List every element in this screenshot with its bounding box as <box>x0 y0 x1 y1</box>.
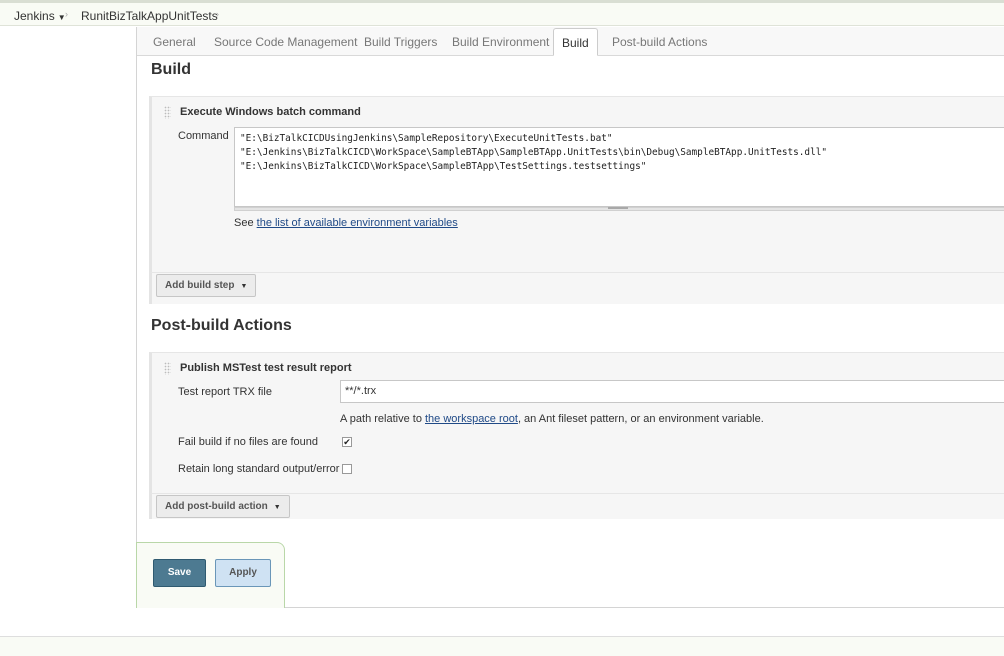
tab-build[interactable]: Build <box>553 28 598 56</box>
trx-label: Test report TRX file <box>178 386 272 398</box>
tab-general[interactable]: General <box>153 35 196 49</box>
breadcrumb-bar: Jenkins ▼ › RunitBizTalkAppUnitTests › <box>0 0 1004 26</box>
caret-down-icon: ▼ <box>240 283 248 290</box>
chevron-right-icon: › <box>65 9 68 19</box>
help-prefix: A path relative to <box>340 413 425 425</box>
breadcrumb-jenkins-label: Jenkins <box>14 9 55 23</box>
chevron-right-icon: › <box>216 9 219 19</box>
drag-handle-icon[interactable] <box>164 106 171 119</box>
add-post-build-label: Add post-build action <box>165 501 268 512</box>
command-textarea[interactable]: "E:\BizTalkCICDUsingJenkins\SampleReposi… <box>234 127 1004 207</box>
breadcrumb-job[interactable]: RunitBizTalkAppUnitTests <box>81 9 218 23</box>
form-actions-bar: Save Apply <box>136 542 285 608</box>
post-build-section-title: Post-build Actions <box>151 317 292 334</box>
command-line: "E:\Jenkins\BizTalkCICD\WorkSpace\Sample… <box>240 147 827 158</box>
execute-batch-step: Execute Windows batch command Command "E… <box>149 96 1004 272</box>
command-line: "E:\Jenkins\BizTalkCICD\WorkSpace\Sample… <box>240 161 647 172</box>
command-label: Command <box>178 130 229 142</box>
config-tabbar: General Source Code Management Build Tri… <box>137 27 1004 56</box>
tab-build-triggers[interactable]: Build Triggers <box>364 35 437 49</box>
page-footer <box>0 636 1004 656</box>
tab-source-code-management[interactable]: Source Code Management <box>214 35 357 49</box>
build-section-title: Build <box>151 61 191 78</box>
retain-output-label: Retain long standard output/error <box>178 463 340 475</box>
add-build-step-button[interactable]: Add build step ▼ <box>156 274 257 297</box>
add-build-step-label: Add build step <box>165 280 235 291</box>
save-button[interactable]: Save <box>153 559 206 587</box>
drag-handle-icon[interactable] <box>164 362 171 375</box>
trx-help: A path relative to the workspace root, a… <box>340 413 764 425</box>
resize-grip-icon[interactable] <box>608 207 628 209</box>
step-title: Execute Windows batch command <box>180 106 361 118</box>
post-build-footer: Add post-build action ▼ <box>149 493 1004 519</box>
apply-button[interactable]: Apply <box>215 559 271 587</box>
tab-build-environment[interactable]: Build Environment <box>452 35 549 49</box>
command-line: "E:\BizTalkCICDUsingJenkins\SampleReposi… <box>240 133 613 144</box>
workspace-root-link[interactable]: the workspace root <box>425 413 518 425</box>
tab-post-build-actions[interactable]: Post-build Actions <box>612 35 707 49</box>
caret-down-icon: ▼ <box>273 504 281 511</box>
fail-build-checkbox[interactable]: ✔ <box>342 437 352 447</box>
fail-build-label: Fail build if no files are found <box>178 436 319 448</box>
top-divider <box>0 0 1004 3</box>
retain-output-checkbox[interactable] <box>342 464 352 474</box>
build-step-footer: Add build step ▼ <box>149 272 1004 304</box>
breadcrumb-jenkins[interactable]: Jenkins ▼ <box>14 9 66 23</box>
help-suffix: , an Ant fileset pattern, or an environm… <box>517 413 764 425</box>
mstest-step: Publish MSTest test result report Test r… <box>149 352 1004 493</box>
checkmark-icon: ✔ <box>343 437 351 447</box>
add-post-build-action-button[interactable]: Add post-build action ▼ <box>156 495 290 518</box>
env-vars-link[interactable]: the list of available environment variab… <box>257 217 458 229</box>
step-title: Publish MSTest test result report <box>180 362 352 374</box>
trx-file-input[interactable]: **/*.trx <box>340 380 1004 403</box>
help-prefix: See <box>234 217 257 229</box>
config-panel: General Source Code Management Build Tri… <box>136 27 1004 608</box>
env-vars-help: See the list of available environment va… <box>234 217 458 229</box>
